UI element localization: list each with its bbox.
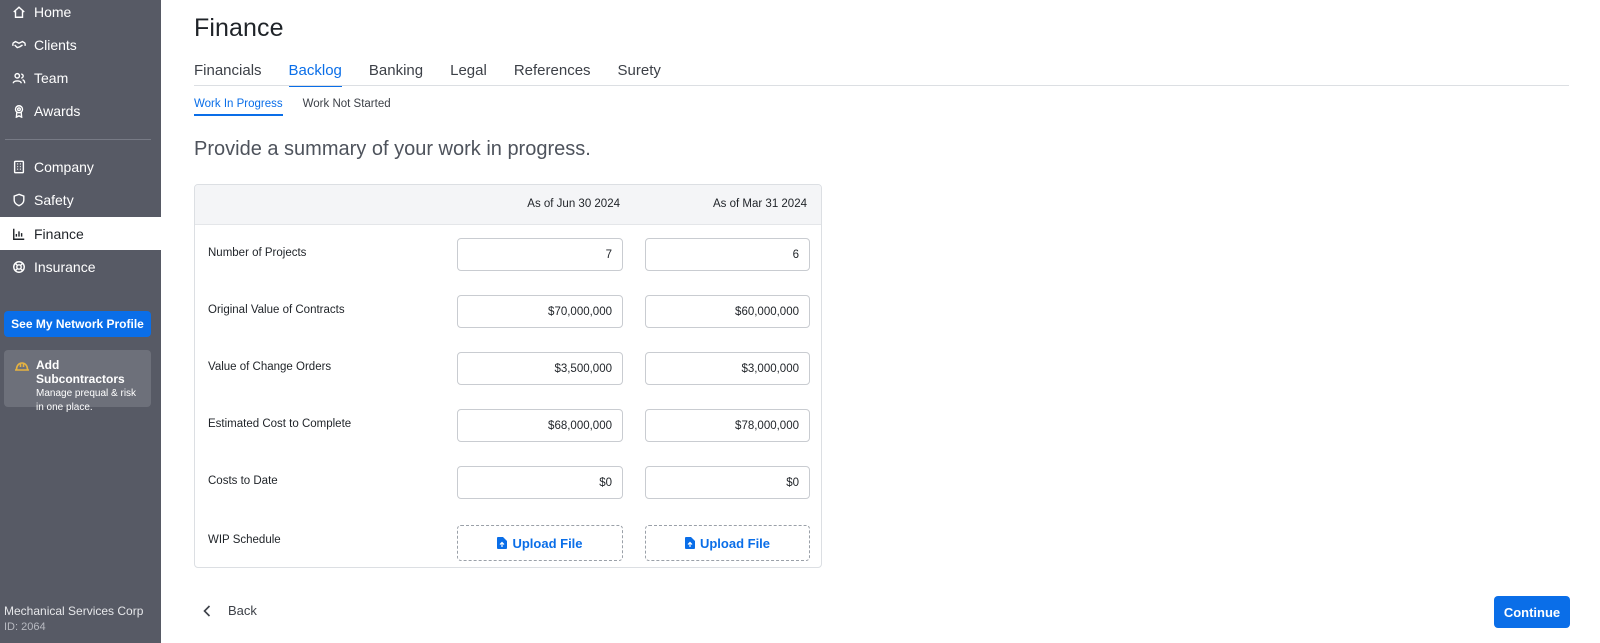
tab-banking[interactable]: Banking [369, 62, 423, 87]
upload-file-jun-button[interactable]: Upload File [457, 525, 623, 561]
continue-button[interactable]: Continue [1494, 596, 1570, 628]
company-id: ID: 2064 [4, 621, 46, 633]
row-label-number-of-projects: Number of Projects [208, 247, 307, 259]
row-label-original-value-of-contracts: Original Value of Contracts [208, 304, 345, 316]
column-header-mar-2024: As of Mar 31 2024 [713, 198, 807, 210]
change-orders-mar-input[interactable] [645, 352, 810, 385]
original-value-jun-input[interactable] [457, 295, 623, 328]
sidebar-divider [5, 139, 151, 140]
tab-bar: Financials Backlog Banking Legal Referen… [194, 62, 688, 87]
wip-table: As of Jun 30 2024 As of Mar 31 2024 Numb… [194, 184, 822, 568]
home-icon [12, 5, 26, 19]
original-value-mar-input[interactable] [645, 295, 810, 328]
sidebar-item-label: Company [34, 158, 94, 175]
lifebuoy-icon [12, 260, 26, 274]
back-label: Back [228, 603, 257, 618]
file-upload-icon [684, 537, 695, 549]
sidebar-item-label: Clients [34, 36, 77, 53]
sidebar-item-insurance[interactable]: Insurance [0, 250, 161, 283]
chart-icon [12, 227, 26, 241]
sidebar-item-safety[interactable]: Safety [0, 183, 161, 216]
row-label-costs-to-date: Costs to Date [208, 475, 278, 487]
subtab-work-not-started[interactable]: Work Not Started [303, 98, 391, 116]
see-network-profile-button[interactable]: See My Network Profile [4, 311, 151, 337]
sidebar-item-label: Home [34, 3, 72, 20]
row-label-value-of-change-orders: Value of Change Orders [208, 361, 332, 373]
costs-to-date-mar-input[interactable] [645, 466, 810, 499]
upload-file-label: Upload File [512, 535, 583, 551]
tab-surety[interactable]: Surety [618, 62, 661, 87]
tab-financials[interactable]: Financials [194, 62, 262, 87]
promo-title: Add Subcontractors [36, 358, 125, 386]
sidebar-item-clients[interactable]: Clients [0, 28, 161, 61]
sidebar-item-label: Safety [34, 191, 74, 208]
column-header-jun-2024: As of Jun 30 2024 [527, 198, 620, 210]
sidebar-item-label: Team [34, 69, 69, 86]
sidebar-item-label: Insurance [34, 258, 96, 275]
tab-bar-divider [194, 85, 1569, 86]
number-of-projects-mar-input[interactable] [645, 238, 810, 271]
sidebar-item-team[interactable]: Team [0, 61, 161, 94]
row-label-estimated-cost-to-complete: Estimated Cost to Complete [208, 418, 352, 430]
tab-backlog[interactable]: Backlog [288, 62, 342, 87]
sidebar-item-finance[interactable]: Finance [0, 217, 161, 250]
sidebar-item-company[interactable]: Company [0, 150, 161, 183]
tab-references[interactable]: References [514, 62, 591, 87]
sidebar-item-label: Finance [34, 225, 84, 242]
costs-to-date-jun-input[interactable] [457, 466, 623, 499]
subtab-bar: Work In Progress Work Not Started [194, 98, 411, 116]
chevron-left-icon [202, 604, 212, 617]
subtab-work-in-progress[interactable]: Work In Progress [194, 98, 283, 116]
shield-icon [12, 193, 26, 207]
row-label-wip-schedule: WIP Schedule [208, 534, 281, 546]
company-name: Mechanical Services Corp [4, 604, 144, 618]
award-icon [12, 104, 26, 118]
number-of-projects-jun-input[interactable] [457, 238, 623, 271]
promo-text-line1: Manage prequal & risk [36, 388, 137, 399]
users-icon [12, 71, 26, 85]
handshake-icon [12, 38, 26, 52]
sidebar-item-awards[interactable]: Awards [0, 94, 161, 127]
building-icon [12, 160, 26, 174]
sidebar-item-home[interactable]: Home [0, 0, 161, 28]
tab-legal[interactable]: Legal [450, 62, 487, 87]
hardhat-icon [14, 359, 30, 373]
file-upload-icon [497, 537, 508, 549]
sidebar: Home Clients Team Awards Company Safety … [0, 0, 161, 643]
section-heading: Provide a summary of your work in progre… [194, 138, 591, 160]
upload-file-label: Upload File [699, 535, 771, 551]
upload-file-mar-button[interactable]: Upload File [645, 525, 810, 561]
sidebar-item-label: Awards [34, 102, 81, 119]
estimated-cost-mar-input[interactable] [645, 409, 810, 442]
page-title: Finance [194, 14, 284, 42]
estimated-cost-jun-input[interactable] [457, 409, 623, 442]
change-orders-jun-input[interactable] [457, 352, 623, 385]
promo-text-line2: in one place. [36, 402, 93, 413]
back-button[interactable]: Back [202, 603, 257, 618]
table-header: As of Jun 30 2024 As of Mar 31 2024 [195, 185, 821, 225]
add-subcontractors-card[interactable]: Add Subcontractors Manage prequal & risk… [4, 350, 151, 413]
